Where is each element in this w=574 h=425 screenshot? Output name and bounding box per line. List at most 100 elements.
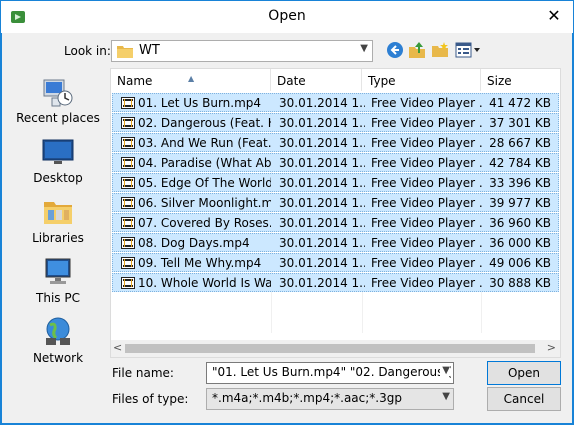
file-name-cell: 06. Silver Moonlight.m... — [121, 194, 271, 213]
file-date-cell: 30.01.2014 1... — [279, 236, 365, 250]
file-list[interactable]: ▲ Name Date Type Size 01. Let Us Burn.mp… — [110, 68, 561, 358]
open-button[interactable]: Open — [487, 361, 561, 385]
close-button[interactable]: ✕ — [545, 7, 563, 25]
sort-ascending-icon: ▲ — [188, 74, 195, 83]
file-date-cell: 30.01.2014 1... — [279, 116, 365, 130]
file-name-cell: 03. And We Run (Feat. ... — [121, 134, 271, 153]
list-header: ▲ Name Date Type Size — [111, 69, 560, 91]
table-row[interactable]: 07. Covered By Roses.... 30.01.2014 1... F… — [112, 213, 559, 232]
column-label: Name — [117, 74, 153, 88]
file-date-cell: 30.01.2014 1... — [279, 276, 365, 290]
file-name-cell: 07. Covered By Roses.... — [121, 214, 271, 233]
look-in-combo[interactable]: WT ▼ — [111, 40, 373, 62]
file-name-field[interactable]: "01. Let Us Burn.mp4" "02. Dangerous (Fe… — [206, 362, 454, 384]
file-name-text: 10. Whole World Is Wa... — [138, 276, 271, 290]
column-header-size[interactable]: Size — [481, 69, 560, 91]
file-date-cell: 30.01.2014 1... — [279, 136, 365, 150]
table-row[interactable]: 02. Dangerous (Feat. H... 30.01.2014 1...… — [112, 113, 559, 132]
file-name-text: 06. Silver Moonlight.m... — [138, 196, 271, 210]
file-type-cell: Free Video Player ... — [371, 176, 483, 190]
file-name-cell: 08. Dog Days.mp4 — [121, 234, 271, 253]
place-this-pc[interactable]: This PC — [10, 256, 106, 312]
file-name-cell: 10. Whole World Is Wa... — [121, 274, 271, 293]
file-type-value: *.m4a;*.m4b;*.mp4;*.aac;*.3gp — [212, 391, 402, 405]
file-type-cell: Free Video Player ... — [371, 236, 483, 250]
place-label: Recent places — [16, 111, 100, 125]
column-header-type[interactable]: Type — [362, 69, 481, 91]
place-recent[interactable]: Recent places — [10, 76, 106, 132]
file-name-text: 05. Edge Of The World.... — [138, 176, 271, 190]
file-type-label: Files of type: — [112, 392, 189, 406]
up-folder-icon[interactable] — [408, 41, 426, 59]
column-label: Date — [277, 74, 306, 88]
view-menu-icon[interactable] — [455, 41, 481, 59]
cancel-button[interactable]: Cancel — [487, 387, 561, 411]
table-row[interactable]: 01. Let Us Burn.mp4 30.01.2014 1... Free V… — [112, 93, 559, 112]
scrollbar-thumb[interactable] — [125, 344, 535, 353]
column-label: Size — [487, 74, 512, 88]
file-name-text: 08. Dog Days.mp4 — [138, 236, 250, 250]
horizontal-scrollbar[interactable]: < > — [111, 340, 560, 357]
dialog-body: Look in: WT ▼ Recent places Desktop Libr… — [2, 33, 572, 423]
table-row[interactable]: 09. Tell Me Why.mp4 30.01.2014 1... Free V… — [112, 253, 559, 272]
file-size-cell: 49 006 KB — [489, 256, 551, 270]
table-row[interactable]: 04. Paradise (What Ab... 30.01.2014 1... F… — [112, 153, 559, 172]
file-type-select[interactable]: *.m4a;*.m4b;*.mp4;*.aac;*.3gp ▼ — [206, 388, 454, 410]
file-name-cell: 01. Let Us Burn.mp4 — [121, 94, 271, 113]
recent-places-icon — [43, 79, 73, 107]
file-name-text: 02. Dangerous (Feat. H... — [138, 116, 271, 130]
table-row[interactable]: 03. And We Run (Feat. ... 30.01.2014 1...… — [112, 133, 559, 152]
libraries-icon — [44, 202, 72, 224]
file-type-cell: Free Video Player ... — [371, 256, 483, 270]
column-label: Type — [368, 74, 396, 88]
video-file-icon — [121, 196, 135, 209]
look-in-label: Look in: — [64, 44, 111, 58]
file-size-cell: 30 888 KB — [489, 276, 551, 290]
video-file-icon — [121, 256, 135, 269]
place-label: This PC — [36, 291, 80, 305]
title-bar: Open ✕ — [1, 1, 573, 33]
this-pc-icon — [45, 258, 71, 284]
file-size-cell: 36 960 KB — [489, 216, 551, 230]
place-label: Network — [32, 351, 84, 365]
column-header-date[interactable]: Date — [271, 69, 362, 91]
chevron-down-icon[interactable]: ▼ — [440, 391, 450, 402]
scroll-right-icon[interactable]: > — [547, 341, 556, 354]
table-row[interactable]: 08. Dog Days.mp4 30.01.2014 1... Free Vide… — [112, 233, 559, 252]
video-file-icon — [121, 236, 135, 249]
file-date-cell: 30.01.2014 1... — [279, 156, 365, 170]
file-date-cell: 30.01.2014 1... — [279, 196, 365, 210]
file-size-cell: 37 301 KB — [489, 116, 551, 130]
file-name-text: 04. Paradise (What Ab... — [138, 156, 271, 170]
file-date-cell: 30.01.2014 1... — [279, 216, 365, 230]
table-row[interactable]: 05. Edge Of The World.... 30.01.2014 1...… — [112, 173, 559, 192]
new-folder-icon[interactable] — [431, 41, 449, 59]
place-network[interactable]: Network — [10, 316, 106, 372]
table-row[interactable]: 10. Whole World Is Wa... 30.01.2014 1... F… — [112, 273, 559, 292]
file-name-text: 01. Let Us Burn.mp4 — [138, 96, 262, 110]
place-desktop[interactable]: Desktop — [10, 136, 106, 192]
file-size-cell: 42 784 KB — [489, 156, 551, 170]
back-arrow-icon[interactable] — [386, 41, 404, 59]
desktop-icon — [42, 139, 74, 164]
file-type-cell: Free Video Player ... — [371, 216, 483, 230]
file-size-cell: 41 472 KB — [489, 96, 551, 110]
file-type-cell: Free Video Player ... — [371, 136, 483, 150]
look-in-value: WT — [139, 43, 160, 58]
file-name-label: File name: — [112, 366, 174, 380]
file-size-cell: 33 396 KB — [489, 176, 551, 190]
chevron-down-icon[interactable]: ▼ — [440, 365, 450, 376]
video-file-icon — [121, 176, 135, 189]
file-name-cell: 04. Paradise (What Ab... — [121, 154, 271, 173]
file-date-cell: 30.01.2014 1... — [279, 176, 365, 190]
file-size-cell: 39 977 KB — [489, 196, 551, 210]
column-header-name[interactable]: ▲ Name — [111, 69, 271, 91]
scroll-left-icon[interactable]: < — [113, 341, 122, 354]
table-row[interactable]: 06. Silver Moonlight.m... 30.01.2014 1...… — [112, 193, 559, 212]
video-file-icon — [121, 96, 135, 109]
network-icon — [46, 317, 70, 345]
file-type-cell: Free Video Player ... — [371, 276, 483, 290]
file-name-cell: 05. Edge Of The World.... — [121, 174, 271, 193]
file-name-cell: 09. Tell Me Why.mp4 — [121, 254, 271, 273]
place-libraries[interactable]: Libraries — [10, 196, 106, 252]
